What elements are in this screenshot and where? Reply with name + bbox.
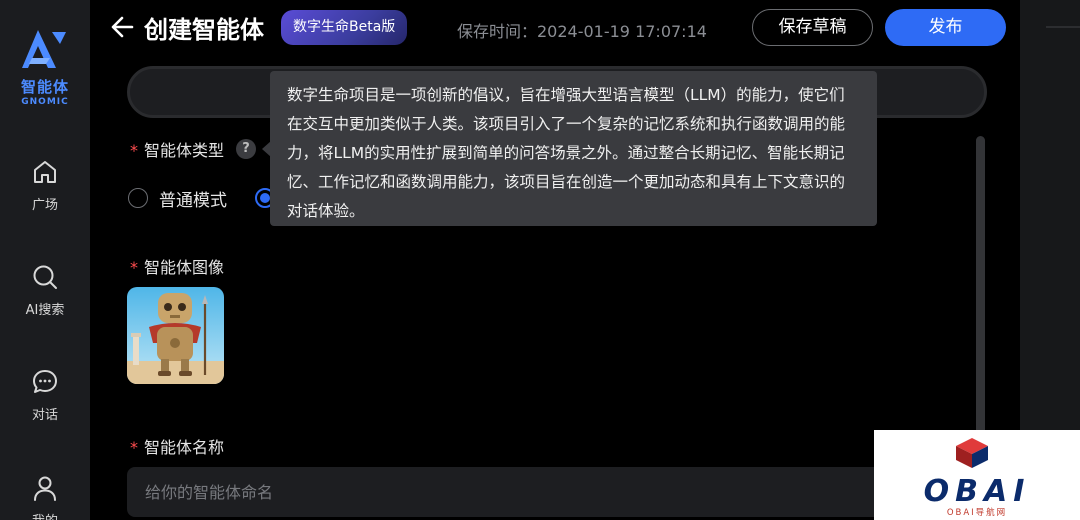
nav-label: AI搜索 xyxy=(25,303,65,318)
required-mark: * xyxy=(130,258,138,277)
save-time: 保存时间：2024-01-19 17:07:14 xyxy=(457,22,707,41)
watermark-text: OBAI xyxy=(923,474,1031,509)
name-label: * 智能体名称 xyxy=(130,434,224,458)
chat-icon xyxy=(33,370,57,393)
page-header: 创建智能体 数字生命Beta版 保存时间：2024-01-19 17:07:14… xyxy=(90,0,1020,58)
radio-normal-mode[interactable] xyxy=(128,188,148,208)
agent-avatar-image[interactable] xyxy=(127,287,224,384)
help-tooltip: 数字生命项目是一项创新的倡议，旨在增强大型语言模型（LLM）的能力，使它们在交互… xyxy=(270,71,877,226)
divider xyxy=(1046,26,1080,28)
logo-mark-icon xyxy=(22,30,66,68)
logo[interactable]: 智能体 GNOMIC xyxy=(0,28,90,107)
nav-item-chat[interactable]: 对话 xyxy=(0,368,90,423)
back-arrow-icon[interactable] xyxy=(110,14,134,40)
type-label: * 智能体类型 xyxy=(130,137,224,161)
user-icon xyxy=(34,476,56,501)
required-mark: * xyxy=(130,141,138,160)
beta-badge[interactable]: 数字生命Beta版 xyxy=(281,10,408,45)
save-draft-button[interactable]: 保存草稿 xyxy=(752,9,873,46)
nav-label: 对话 xyxy=(31,408,58,423)
nav-label: 我的 xyxy=(32,514,58,520)
publish-button[interactable]: 发布 xyxy=(885,9,1006,46)
nav-item-ai-search[interactable]: AI搜索 xyxy=(0,263,90,318)
nav-label: 广场 xyxy=(31,198,58,213)
sidebar: 智能体 GNOMIC 广场 AI搜索 对话 我的 xyxy=(0,0,90,520)
agent-name-input[interactable] xyxy=(127,467,887,517)
image-label: * 智能体图像 xyxy=(130,254,224,278)
nav-item-mine[interactable]: 我的 xyxy=(0,474,90,520)
logo-text-en: GNOMIC xyxy=(21,97,69,107)
nav-item-square[interactable]: 广场 xyxy=(0,158,90,213)
type-label-text: 智能体类型 xyxy=(144,141,225,160)
watermark-logo: OBAI OBAI导航网 xyxy=(874,430,1080,520)
home-icon xyxy=(34,161,56,183)
image-label-text: 智能体图像 xyxy=(144,258,225,277)
help-icon[interactable]: ? xyxy=(236,139,256,159)
required-mark: * xyxy=(130,438,138,457)
name-label-text: 智能体名称 xyxy=(144,438,225,457)
radio-normal-mode-label[interactable]: 普通模式 xyxy=(159,186,227,211)
logo-text-cn: 智能体 xyxy=(20,78,69,96)
search-icon xyxy=(33,265,57,289)
robot-warrior-icon xyxy=(127,287,224,384)
cube-icon xyxy=(956,438,988,468)
watermark-subtext: OBAI导航网 xyxy=(946,508,1008,518)
page-title: 创建智能体 xyxy=(144,16,264,44)
